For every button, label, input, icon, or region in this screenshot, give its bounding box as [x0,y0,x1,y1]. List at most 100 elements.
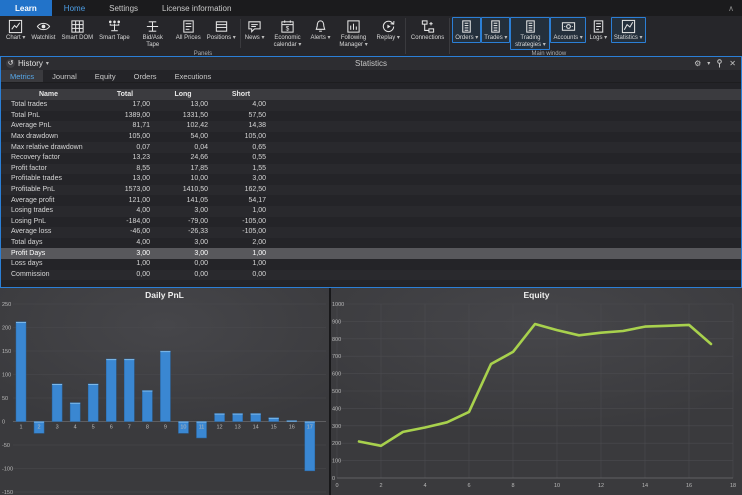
table-row-total-days[interactable]: Total days4,003,002,00 [1,238,741,249]
dropdown-arrow-icon: ▾ [395,35,400,41]
cell-short: 4,00 [212,100,270,110]
svg-text:3: 3 [56,425,59,431]
svg-text:2: 2 [38,425,41,431]
ribbon-button-all-prices[interactable]: All Prices [173,17,204,43]
table-row-profitable-trades[interactable]: Profitable trades13,0010,003,00 [1,174,741,185]
cell-long: 17,85 [154,164,212,174]
ribbon-toolbar: Chart ▾WatchlistSmart DOMSmart TapeBid/A… [0,16,742,56]
close-icon[interactable]: ✕ [729,59,736,69]
cell-name: Losing PnL [1,217,96,227]
column-header-long[interactable]: Long [154,90,212,100]
svg-text:7: 7 [128,425,131,431]
ribbon-button-bid-ask-tape[interactable]: Bid/Ask Tape [133,17,173,50]
svg-text:200: 200 [2,326,11,332]
ribbon-button-label: Economic calendar ▾ [271,35,305,49]
ribbon-button-following-manager[interactable]: Following Manager ▾ [334,17,374,50]
table-row-profitable-pnl[interactable]: Profitable PnL1573,001410,50162,50 [1,185,741,196]
cell-total: 17,00 [96,100,154,110]
ribbon-button-label: Connections [411,35,444,42]
ribbon-button-label: News ▾ [245,35,265,42]
ribbon-tab-row: LearnHomeSettingsLicense information ∧ [0,0,742,16]
cell-long: 0,00 [154,259,212,269]
ribbon-button-replay[interactable]: Replay ▾ [374,17,403,43]
panel-title-dropdown-icon[interactable]: ▾ [46,60,49,67]
ribbon-button-label: Trades ▾ [484,35,507,42]
table-row-losing-pnl[interactable]: Losing PnL-184,00-79,00-105,00 [1,217,741,228]
cell-total: 13,23 [96,153,154,163]
ribbon-collapse-icon[interactable]: ∧ [720,0,742,16]
table-row-average-loss[interactable]: Average loss-46,00-26,33-105,00 [1,227,741,238]
ribbon-button-news[interactable]: News ▾ [242,17,268,43]
ribbon-button-positions[interactable]: Positions ▾ [204,17,239,43]
ribbon-button-chart[interactable]: Chart ▾ [3,17,28,43]
ribbon-tab-learn[interactable]: Learn [0,0,52,16]
ribbon-button-logs[interactable]: Logs ▾ [586,17,611,43]
table-row-recovery-factor[interactable]: Recovery factor13,2324,660,55 [1,153,741,164]
tab-executions[interactable]: Executions [166,70,221,82]
dropdown-arrow-icon: ▾ [363,42,368,48]
svg-text:0: 0 [335,483,338,489]
svg-text:300: 300 [332,424,341,430]
svg-text:$: $ [286,25,290,32]
ribbon-button-trades[interactable]: Trades ▾ [481,17,510,43]
toolbar-group-1: Connections [407,16,448,56]
pin-icon[interactable] [716,59,723,68]
table-row-commission[interactable]: Commission0,000,000,00 [1,270,741,281]
cell-short: 1,00 [212,206,270,216]
cell-short: 14,38 [212,121,270,131]
connections-icon [420,19,435,34]
tab-metrics[interactable]: Metrics [1,70,43,82]
column-header-short[interactable]: Short [212,90,270,100]
cell-short: 1,55 [212,164,270,174]
cell-name: Total days [1,238,96,248]
cell-long: 24,66 [154,153,212,163]
table-row-total-trades[interactable]: Total trades17,0013,004,00 [1,100,741,111]
ribbon-button-trading-strategies[interactable]: Trading strategies ▾ [510,17,550,50]
ribbon-tab-settings[interactable]: Settings [97,0,150,16]
table-row-average-profit[interactable]: Average profit121,00141,0554,17 [1,195,741,206]
table-row-total-pnl[interactable]: Total PnL1389,001331,5057,50 [1,111,741,122]
toolbar-group-main-window: Orders ▾Trades ▾Trading strategies ▾Acco… [451,16,646,56]
cell-name: Max relative drawdown [1,143,96,153]
cell-name: Recovery factor [1,153,96,163]
ribbon-button-smart-tape[interactable]: Smart Tape [96,17,133,43]
table-row-max-relative-drawdown[interactable]: Max relative drawdown0,070,040,65 [1,142,741,153]
table-row-max-drawdown[interactable]: Max drawdown105,0054,00105,00 [1,132,741,143]
ribbon-button-alerts[interactable]: Alerts ▾ [308,17,334,43]
table-row-profit-days[interactable]: Profit Days3,003,001,00 [1,248,741,259]
column-header-total[interactable]: Total [96,90,154,100]
ribbon-button-economic-calendar[interactable]: $ Economic calendar ▾ [268,17,308,50]
panel-title[interactable]: History [18,59,43,68]
ribbon-button-accounts[interactable]: Accounts ▾ [550,17,585,43]
table-row-average-pnl[interactable]: Average PnL81,71102,4214,38 [1,121,741,132]
table-row-losing-trades[interactable]: Losing trades4,003,001,00 [1,206,741,217]
ribbon-button-connections[interactable]: Connections [408,17,447,43]
daily-pnl-chart[interactable]: Daily PnL-150-100-5005010015020025012345… [0,288,329,495]
cell-long: 54,00 [154,132,212,142]
equity-chart[interactable]: Equity0246810121416180100200300400500600… [331,288,742,495]
settings-gear-icon[interactable]: ⚙ [694,59,701,69]
ribbon-button-orders[interactable]: Orders ▾ [452,17,481,43]
tab-equity[interactable]: Equity [86,70,125,82]
toolbar-separator [240,19,241,48]
ribbon-button-watchlist[interactable]: Watchlist [28,17,58,43]
table-row-loss-days[interactable]: Loss days1,000,001,00 [1,259,741,270]
tab-orders[interactable]: Orders [125,70,166,82]
chevron-down-icon[interactable]: ▾ [707,59,710,69]
ribbon-button-label: Watchlist [31,35,55,42]
column-header-name[interactable]: Name [1,90,96,100]
ribbon-tab-license-information[interactable]: License information [150,0,243,16]
ribbon-button-smart-dom[interactable]: Smart DOM [58,17,96,43]
ribbon-tab-home[interactable]: Home [52,0,97,16]
ribbon-button-statistics[interactable]: Statistics ▾ [611,17,646,43]
tab-journal[interactable]: Journal [43,70,86,82]
svg-text:1000: 1000 [332,302,344,308]
cell-name: Average profit [1,196,96,206]
logs-icon [591,19,606,34]
svg-text:14: 14 [642,483,648,489]
cell-total: 121,00 [96,196,154,206]
table-row-profit-factor[interactable]: Profit factor8,5517,851,55 [1,164,741,175]
svg-text:250: 250 [2,302,11,308]
cell-total: 1,00 [96,259,154,269]
history-panel-header: ↺ History ▾ Statistics ⚙ ▾ ✕ [1,57,741,70]
